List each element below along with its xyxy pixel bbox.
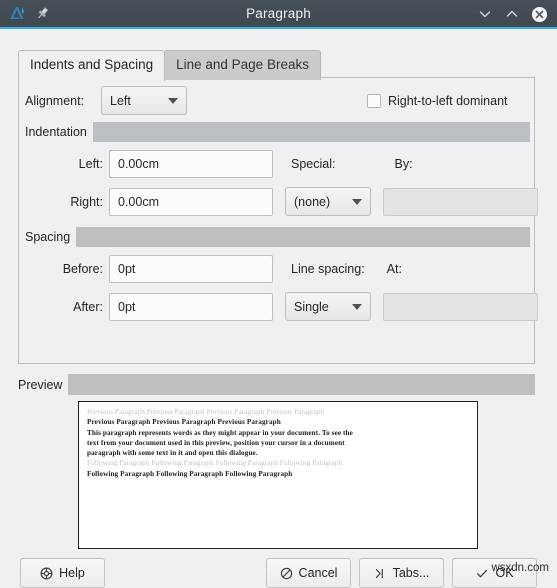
tabs-button-label: Tabs... (392, 566, 430, 580)
spacing-at-input[interactable] (383, 292, 538, 321)
preview-following-black: Following Paragraph Following Paragraph … (87, 469, 293, 478)
section-divider-bar (76, 227, 530, 247)
section-divider-bar (92, 122, 530, 142)
special-select[interactable]: (none) (285, 187, 371, 216)
chevron-down-icon (352, 198, 362, 205)
chevron-up-icon[interactable] (504, 6, 520, 22)
watermark: wsxdn.com (491, 562, 549, 574)
alignment-label: Alignment: (25, 93, 85, 108)
line-spacing-select[interactable]: Single (285, 292, 371, 321)
spacing-after-label: After: (73, 299, 103, 314)
preview-body-line-2: text from your document used in this pre… (87, 438, 345, 447)
lifebuoy-icon (40, 567, 53, 580)
preview-following-gray: Following Paragraph Following Paragraph … (87, 459, 343, 468)
tab-stop-icon (374, 567, 387, 580)
special-value: (none) (294, 194, 331, 209)
indent-right-row: Right: (none) (25, 187, 538, 216)
preview-section-label: Preview (18, 377, 63, 392)
by-label: By: (394, 157, 413, 171)
tab-line-and-page-breaks[interactable]: Line and Page Breaks (164, 50, 321, 80)
close-icon[interactable] (531, 6, 548, 22)
indent-right-label: Right: (70, 194, 103, 209)
spacing-section-header: Spacing (25, 227, 530, 247)
window-controls (477, 6, 557, 22)
pin-icon[interactable] (35, 6, 50, 21)
tab-strip: Indents and Spacing Line and Page Breaks (18, 50, 321, 81)
indentation-section-label: Indentation (25, 125, 93, 139)
indent-left-row: Left: Special: By: (25, 150, 413, 178)
special-label: Special: (291, 157, 336, 171)
preview-body-line-3: paragraph with some text in it and open … (87, 449, 258, 458)
indents-and-spacing-panel: Alignment: Left Right-to-left dominant I… (18, 77, 538, 364)
spacing-before-row: Before: Line spacing: At: (25, 255, 402, 283)
dialog-buttons-left: Help (20, 558, 105, 588)
right-to-left-dominant-checkbox[interactable]: Right-to-left dominant (367, 93, 508, 108)
alignment-row: Alignment: Left Right-to-left dominant (25, 86, 508, 115)
writer-a-icon (7, 4, 26, 23)
preview-previous-gray: Previous Paragraph Previous Paragraph Pr… (87, 408, 325, 416)
indent-by-input[interactable] (383, 187, 538, 216)
window-title: Paragraph (246, 6, 311, 21)
help-button[interactable]: Help (20, 558, 105, 588)
tabs-button[interactable]: Tabs... (359, 558, 444, 588)
cancel-button[interactable]: Cancel (266, 558, 351, 588)
tab-label: Indents and Spacing (30, 57, 154, 72)
title-bar-left-icons (0, 4, 50, 23)
tab-indents-and-spacing[interactable]: Indents and Spacing (18, 50, 166, 81)
cancel-circle-icon (280, 567, 293, 580)
preview-body-line-1: This paragraph represents words as they … (87, 428, 353, 437)
spacing-section-label: Spacing (25, 230, 77, 244)
spacing-before-label: Before: (62, 262, 103, 276)
indent-left-input[interactable] (109, 150, 273, 178)
indent-left-label: Left: (78, 157, 103, 171)
chevron-down-icon (168, 97, 178, 104)
line-spacing-label: Line spacing: (291, 262, 365, 276)
spacing-before-input[interactable] (109, 255, 273, 283)
help-button-label: Help (59, 566, 85, 580)
right-to-left-dominant-label: Right-to-left dominant (388, 93, 508, 108)
at-label: At: (386, 262, 402, 276)
alignment-select[interactable]: Left (101, 86, 187, 115)
chevron-down-icon (352, 303, 362, 310)
indent-right-input[interactable] (109, 187, 273, 216)
alignment-value: Left (110, 93, 131, 108)
cancel-button-label: Cancel (298, 566, 338, 580)
indentation-section-header: Indentation (25, 122, 530, 142)
line-spacing-value: Single (294, 299, 329, 314)
title-bar: Paragraph (0, 0, 557, 29)
spacing-after-row: After: Single (25, 292, 538, 321)
tab-label: Line and Page Breaks (176, 57, 309, 72)
preview-section-header: Preview (18, 374, 535, 395)
chevron-down-icon[interactable] (477, 6, 493, 22)
section-divider-bar (68, 374, 535, 395)
spacing-after-input[interactable] (109, 292, 273, 321)
paragraph-preview: Previous Paragraph Previous Paragraph Pr… (78, 401, 478, 549)
checkbox-box (367, 93, 381, 108)
paragraph-dialog: Indents and Spacing Line and Page Breaks… (0, 29, 557, 588)
checkmark-icon (475, 567, 489, 580)
preview-previous-black: Previous Paragraph Previous Paragraph Pr… (87, 418, 281, 427)
